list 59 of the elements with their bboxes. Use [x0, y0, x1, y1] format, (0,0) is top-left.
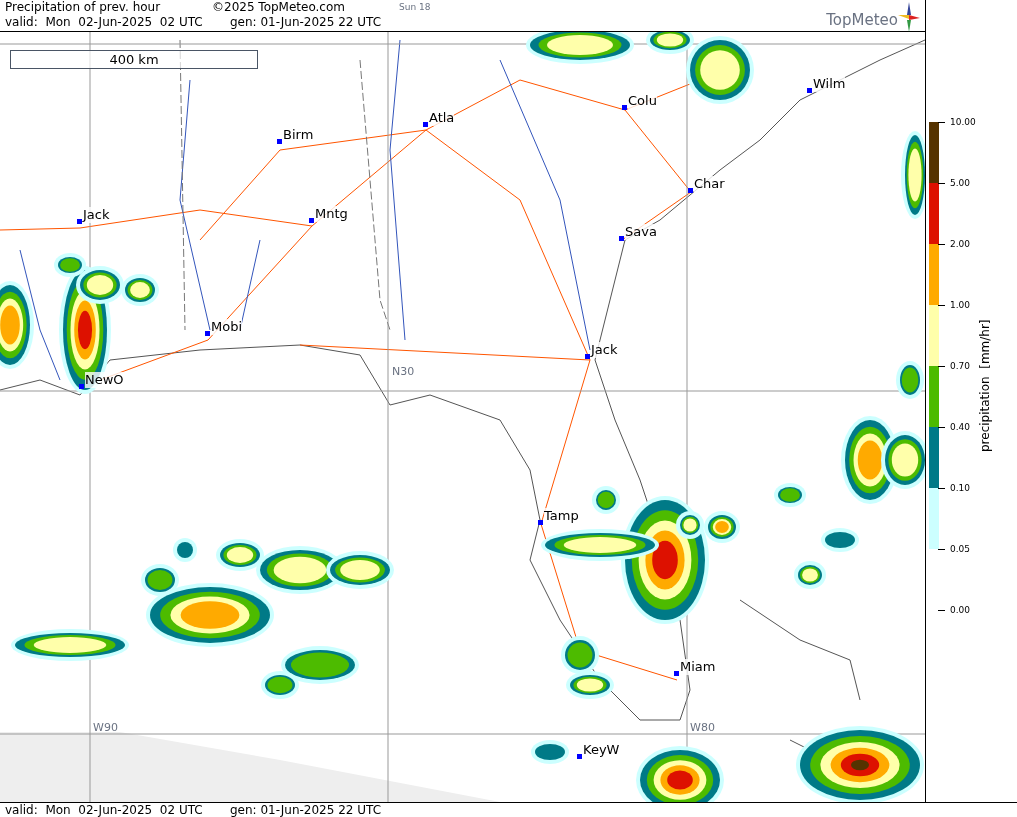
city-marker-icon — [423, 122, 428, 127]
city-marker-icon — [277, 139, 282, 144]
city-marker-icon — [585, 354, 590, 359]
tick-label: 5.00 — [950, 177, 971, 190]
city-label: Jack — [83, 207, 110, 223]
city-marker-icon — [674, 671, 679, 676]
map-title: Precipitation of prev. hour — [5, 0, 162, 15]
city-marker-icon — [77, 219, 82, 224]
tick-mark — [938, 426, 945, 428]
tick-mark — [938, 304, 945, 306]
tick-label: 0.05 — [950, 543, 971, 556]
generated-time: gen: 01-Jun-2025 22 UTC — [230, 15, 382, 30]
run-label: Sun 18 — [399, 1, 431, 14]
tick-label: 1.00 — [950, 299, 971, 312]
grid-label: N30 — [392, 364, 415, 380]
valid-time: valid: Mon 02-Jun-2025 02 UTC — [5, 803, 204, 817]
city-label: NewO — [85, 372, 124, 388]
valid-time: valid: Mon 02-Jun-2025 02 UTC — [5, 15, 204, 30]
copyright-text: ©2025 TopMeteo.com — [212, 0, 345, 15]
city-label: Mntg — [315, 206, 348, 222]
city-marker-icon — [79, 384, 84, 389]
tick-mark — [938, 182, 945, 184]
city-label: Colu — [628, 93, 657, 109]
tick-label: 0.00 — [950, 604, 971, 617]
city-marker-icon — [205, 331, 210, 336]
city-label: Wilm — [813, 76, 846, 92]
logo-text: TopMeteo — [826, 9, 898, 31]
tick-mark — [938, 548, 945, 550]
legend-title: precipitation [mm/hr] — [977, 322, 993, 452]
tick-label: 0.10 — [950, 482, 971, 495]
city-label: Atla — [429, 110, 455, 126]
city-marker-icon — [688, 188, 693, 193]
city-label: Miam — [680, 659, 716, 675]
city-label: Mobi — [211, 319, 243, 335]
tick-label: 0.40 — [950, 421, 971, 434]
city-marker-icon — [619, 236, 624, 241]
tick-mark — [938, 609, 945, 611]
tick-label: 0.70 — [950, 360, 971, 373]
city-label: KeyW — [583, 742, 620, 758]
grid-label: W90 — [93, 720, 118, 736]
city-label: Jack — [591, 342, 618, 358]
city-marker-icon — [538, 520, 543, 525]
tick-label: 2.00 — [950, 238, 971, 251]
city-marker-icon — [622, 105, 627, 110]
city-marker-icon — [807, 88, 812, 93]
grid-label: W80 — [690, 720, 715, 736]
compass-star-icon — [898, 2, 920, 32]
city-label: Tamp — [544, 508, 579, 524]
tick-mark — [938, 121, 945, 123]
city-label: Char — [694, 176, 725, 192]
tick-mark — [938, 365, 945, 367]
tick-label: 10.00 — [950, 116, 976, 129]
scale-bar: 400 km — [10, 50, 258, 69]
tick-mark — [938, 487, 945, 489]
city-label: Sava — [625, 224, 657, 240]
city-marker-icon — [577, 754, 582, 759]
tick-mark — [938, 243, 945, 245]
city-marker-icon — [309, 218, 314, 223]
generated-time: gen: 01-Jun-2025 22 UTC — [230, 803, 382, 817]
